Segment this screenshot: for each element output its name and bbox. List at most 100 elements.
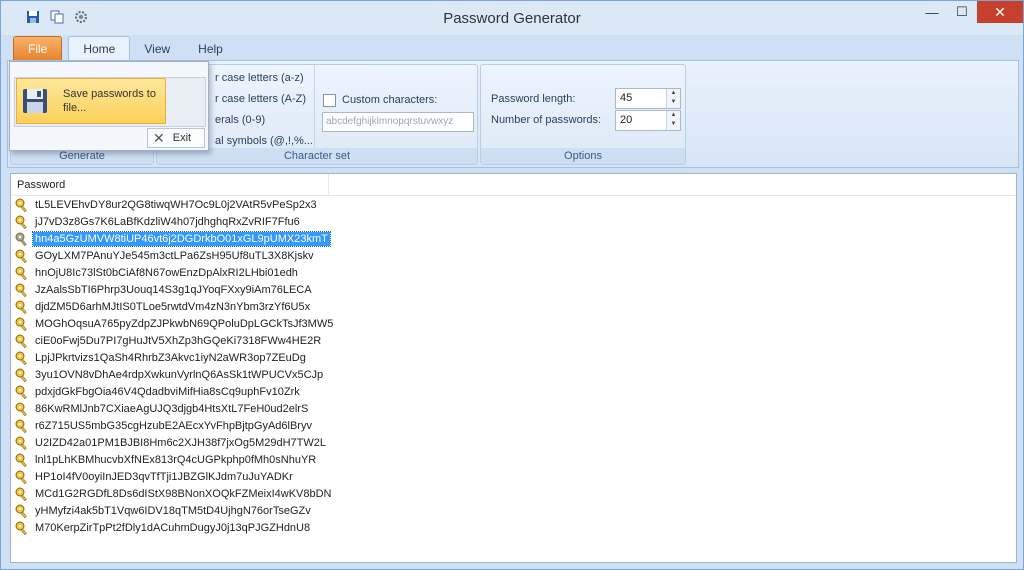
list-item[interactable]: djdZM5D6arhMJtIS0TLoe5rwtdVm4zN3nYbm3rzY… xyxy=(11,298,1016,315)
list-rows: tL5LEVEhvDY8ur2QG8tiwqWH7Oc9L0j2VAtR5vPe… xyxy=(11,196,1016,536)
close-button[interactable]: ✕ xyxy=(977,1,1023,23)
password-text: HP1oI4fV0oyiInJED3qvTfTji1JBZGlKJdm7uJuY… xyxy=(35,470,293,483)
list-item[interactable]: tL5LEVEhvDY8ur2QG8tiwqWH7Oc9L0j2VAtR5vPe… xyxy=(11,196,1016,213)
password-text: U2IZD42a01PM1BJBI8Hm6c2XJH38f7jxOg5M29dH… xyxy=(35,436,327,449)
maximize-button[interactable]: ☐ xyxy=(947,1,977,23)
symbols-option-label[interactable]: al symbols (@,!,%... xyxy=(215,135,313,147)
list-item[interactable]: hn4a5GzUMVW8tiUP46vt6j2DGDrkbO01xGL9pUMX… xyxy=(11,230,1016,247)
password-length-spin-icon[interactable]: ▲ ▼ xyxy=(666,89,680,108)
list-item[interactable]: HP1oI4fV0oyiInJED3qvTfTji1JBZGlKJdm7uJuY… xyxy=(11,468,1016,485)
exit-label: Exit xyxy=(172,132,192,144)
key-icon xyxy=(15,316,33,332)
key-icon xyxy=(15,401,33,417)
password-text: MCd1G2RGDfL8Ds6dIStX98BNonXOQkFZMeixI4wK… xyxy=(35,487,332,500)
list-item[interactable]: 3yu1OVN8vDhAe4rdpXwkunVyrlnQ6AsSk1tWPUCV… xyxy=(11,366,1016,383)
number-of-passwords-value[interactable]: 20 xyxy=(620,114,632,126)
list-item[interactable]: MCd1G2RGDfL8Ds6dIStX98BNonXOQkFZMeixI4wK… xyxy=(11,485,1016,502)
list-item[interactable]: r6Z715US5mbG35cgHzubE2AEcxYvFhpBjtpGyAd6… xyxy=(11,417,1016,434)
key-icon xyxy=(15,469,33,485)
list-item[interactable]: 86KwRMlJnb7CXiaeAgUJQ3djgb4HtsXtL7FeH0ud… xyxy=(11,400,1016,417)
key-icon xyxy=(15,265,33,281)
list-item[interactable]: pdxjdGkFbgOia46V4QdadbviMifHia8sCq9uphFv… xyxy=(11,383,1016,400)
list-item[interactable]: ciE0oFwj5Du7PI7gHuJtV5XhZp3hGQeKi7318FWw… xyxy=(11,332,1016,349)
options-group-label: Options xyxy=(481,148,685,164)
group-divider xyxy=(314,65,315,149)
options-group: Password length: 45 ▲ ▼ Number of passwor… xyxy=(480,64,686,165)
title-bar: Password Generator — ☐ ✕ xyxy=(1,1,1023,35)
list-item[interactable]: lnl1pLhKBMhucvbXfNEx813rQ4cUGPkphp0fMh0s… xyxy=(11,451,1016,468)
window-controls: — ☐ ✕ xyxy=(917,1,1023,23)
password-text: pdxjdGkFbgOia46V4QdadbviMifHia8sCq9uphFv… xyxy=(35,385,300,398)
numerals-option-label[interactable]: erals (0-9) xyxy=(215,114,265,126)
password-length-value[interactable]: 45 xyxy=(620,92,632,104)
exit-button[interactable]: ✕ Exit xyxy=(147,128,205,148)
password-text: tL5LEVEhvDY8ur2QG8tiwqWH7Oc9L0j2VAtR5vPe… xyxy=(35,198,317,211)
key-icon xyxy=(15,435,33,451)
save-passwords-button[interactable]: Save passwords to file... xyxy=(16,78,166,124)
ribbon-tabs: File Home View Help xyxy=(13,35,237,61)
list-item[interactable]: GOyLXM7PAnuYJe545m3ctLPa6ZsH95Uf8uTL3X8K… xyxy=(11,247,1016,264)
key-icon xyxy=(15,520,33,536)
list-item[interactable]: U2IZD42a01PM1BJBI8Hm6c2XJH38f7jxOg5M29dH… xyxy=(11,434,1016,451)
password-text: GOyLXM7PAnuYJe545m3ctLPa6ZsH95Uf8uTL3X8K… xyxy=(35,249,314,262)
column-header-password[interactable]: Password xyxy=(11,173,329,196)
key-icon xyxy=(15,350,33,366)
password-text: r6Z715US5mbG35cgHzubE2AEcxYvFhpBjtpGyAd6… xyxy=(35,419,312,432)
list-item[interactable]: jJ7vD3z8Gs7K6LaBfKdzliW4h07jdhghqRxZvRIF… xyxy=(11,213,1016,230)
window-title: Password Generator xyxy=(443,10,581,27)
password-text: 3yu1OVN8vDhAe4rdpXwkunVyrlnQ6AsSk1tWPUCV… xyxy=(35,368,324,381)
key-icon xyxy=(15,367,33,383)
password-text: hnOjU8Ic73lSt0bCiAf8N67owEnzDpAlxRI2LHbi… xyxy=(35,266,298,279)
number-of-passwords-spin-icon[interactable]: ▲ ▼ xyxy=(666,111,680,130)
password-text: ciE0oFwj5Du7PI7gHuJtV5XhZp3hGQeKi7318FWw… xyxy=(35,334,322,347)
custom-characters-input[interactable]: abcdefghijklmnopqrstuvwxyz xyxy=(322,112,474,132)
custom-characters-checkbox[interactable] xyxy=(323,94,336,107)
list-item[interactable]: M70KerpZirTpPt2fDly1dACuhmDugyJ0j13qPJGZ… xyxy=(11,519,1016,536)
password-text: jJ7vD3z8Gs7K6LaBfKdzliW4h07jdhghqRxZvRIF… xyxy=(35,215,300,228)
key-icon xyxy=(15,452,33,468)
password-text: hn4a5GzUMVW8tiUP46vt6j2DGDrkbO01xGL9pUMX… xyxy=(32,230,331,247)
tab-file[interactable]: File xyxy=(13,36,63,61)
floppy-disk-icon xyxy=(23,89,47,113)
tab-home[interactable]: Home xyxy=(68,36,131,61)
password-list[interactable]: Password tL5LEVEhvDY8ur2QG8tiwqWH7Oc9L0j… xyxy=(10,173,1017,563)
key-icon xyxy=(15,197,33,213)
list-item[interactable]: hnOjU8Ic73lSt0bCiAf8N67owEnzDpAlxRI2LHbi… xyxy=(11,264,1016,281)
app-window: Password Generator — ☐ ✕ File Home View … xyxy=(0,0,1024,570)
password-text: djdZM5D6arhMJtIS0TLoe5rwtdVm4zN3nYbm3rzY… xyxy=(35,300,311,313)
key-icon xyxy=(15,333,33,349)
close-icon: ✕ xyxy=(153,129,165,146)
key-icon xyxy=(15,282,33,298)
key-icon xyxy=(15,214,33,230)
number-of-passwords-stepper[interactable]: 20 ▲ ▼ xyxy=(615,110,681,131)
list-item[interactable]: yHMyfzi4ak5bT1Vqw6IDV18qTM5tD4UjhgN76orT… xyxy=(11,502,1016,519)
key-icon xyxy=(15,503,33,519)
password-text: MOGhOqsuA765pyZdpZJPkwbN69QPoluDpLGCkTsJ… xyxy=(35,317,334,330)
key-icon xyxy=(15,418,33,434)
key-icon xyxy=(15,231,33,247)
password-text: LpjJPkrtvizs1QaSh4RhrbZ3Akvc1iyN2aWR3op7… xyxy=(35,351,306,364)
list-header: Password xyxy=(11,173,1016,196)
tab-view[interactable]: View xyxy=(130,36,184,61)
password-text: yHMyfzi4ak5bT1Vqw6IDV18qTM5tD4UjhgN76orT… xyxy=(35,504,311,517)
key-icon xyxy=(15,299,33,315)
tab-help[interactable]: Help xyxy=(184,36,237,61)
list-item[interactable]: MOGhOqsuA765pyZdpZJPkwbN69QPoluDpLGCkTsJ… xyxy=(11,315,1016,332)
password-text: lnl1pLhKBMhucvbXfNEx813rQ4cUGPkphp0fMh0s… xyxy=(35,453,317,466)
list-item[interactable]: LpjJPkrtvizs1QaSh4RhrbZ3Akvc1iyN2aWR3op7… xyxy=(11,349,1016,366)
save-passwords-label: Save passwords to file... xyxy=(63,88,156,114)
password-length-label: Password length: xyxy=(491,93,576,105)
file-menu: Save passwords to file... ✕ Exit xyxy=(9,61,209,151)
password-length-stepper[interactable]: 45 ▲ ▼ xyxy=(615,88,681,109)
password-text: M70KerpZirTpPt2fDly1dACuhmDugyJ0j13qPJGZ… xyxy=(35,521,311,534)
number-of-passwords-label: Number of passwords: xyxy=(491,114,602,126)
key-icon xyxy=(15,248,33,264)
minimize-button[interactable]: — xyxy=(917,1,947,23)
uppercase-option-label[interactable]: r case letters (A-Z) xyxy=(215,93,306,105)
lowercase-option-label[interactable]: r case letters (a-z) xyxy=(215,72,304,84)
password-text: JzAalsSbTI6Phrp3Uouq14S3g1qJYoqFXxy9iAm7… xyxy=(35,283,312,296)
key-icon xyxy=(15,486,33,502)
list-item[interactable]: JzAalsSbTI6Phrp3Uouq14S3g1qJYoqFXxy9iAm7… xyxy=(11,281,1016,298)
key-icon xyxy=(15,384,33,400)
password-text: 86KwRMlJnb7CXiaeAgUJQ3djgb4HtsXtL7FeH0ud… xyxy=(35,402,309,415)
